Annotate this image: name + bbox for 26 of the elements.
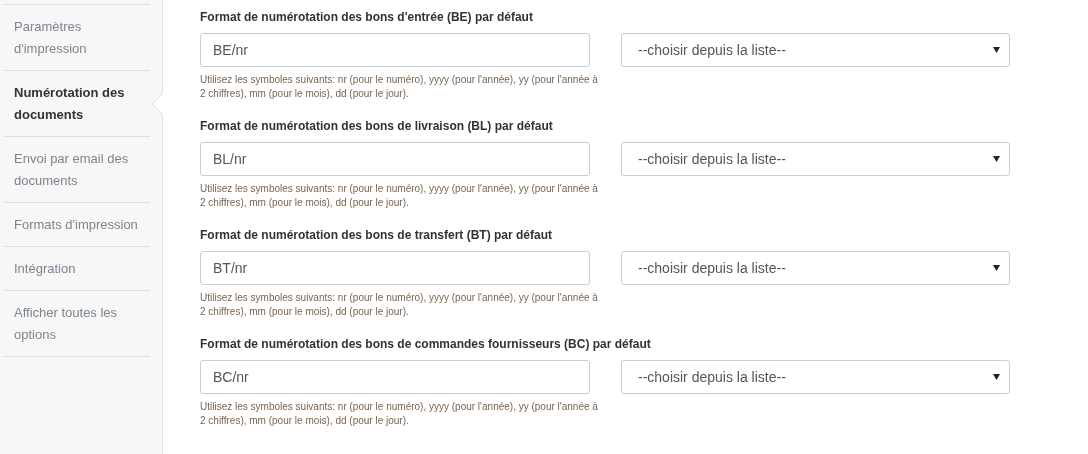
- dropdown-select[interactable]: --choisir depuis la liste--: [621, 360, 1010, 394]
- dropdown-arrow-icon: [993, 47, 1000, 53]
- sidebar-item[interactable]: Formats d'impression: [4, 202, 150, 246]
- help-text: Utilisez les symboles suivants: nr (pour le numéro), yyyy (pour l'année), yy (pour l'année à 2 chiffres), mm (pour le mois), dd (pour le jour).: [200, 182, 599, 210]
- dropdown-arrow-icon: [993, 374, 1000, 380]
- sidebar-item[interactable]: Numérotation des documents: [4, 70, 150, 136]
- format-input-field[interactable]: BL/nr: [200, 142, 590, 176]
- field-label: Format de numérotation des bons de commandes fournisseurs (BC) par défaut: [200, 336, 652, 352]
- sidebar-item[interactable]: Intégration: [4, 246, 150, 290]
- sidebar-item[interactable]: Afficher toutes les options: [4, 290, 150, 357]
- dropdown-arrow-icon: [993, 265, 1000, 271]
- format-input-field[interactable]: BC/nr: [200, 360, 590, 394]
- dropdown-arrow-icon: [993, 156, 1000, 162]
- help-text: Utilisez les symboles suivants: nr (pour le numéro), yyyy (pour l'année), yy (pour l'année à 2 chiffres), mm (pour le mois), dd (pour le jour).: [200, 291, 599, 319]
- dropdown-select[interactable]: --choisir depuis la liste--: [621, 33, 1010, 67]
- help-text: Utilisez les symboles suivants: nr (pour le numéro), yyyy (pour l'année), yy (pour l'année à 2 chiffres), mm (pour le mois), dd (pour le jour).: [200, 400, 599, 428]
- dropdown-select[interactable]: --choisir depuis la liste--: [621, 251, 1010, 285]
- format-input-field[interactable]: BT/nr: [200, 251, 590, 285]
- field-label: Format de numérotation des bons d'entrée (BE) par défaut: [200, 9, 534, 25]
- field-label: Format de numérotation des bons de transfert (BT) par défaut: [200, 227, 554, 243]
- dropdown-select[interactable]: --choisir depuis la liste--: [621, 142, 1010, 176]
- sidebar-item[interactable]: Envoi par email des documents: [4, 136, 150, 202]
- sidebar-item[interactable]: Paramètres d'impression: [4, 4, 150, 70]
- field-label: Format de numérotation des bons de livraison (BL) par défaut: [200, 118, 554, 134]
- format-input-field[interactable]: BE/nr: [200, 33, 590, 67]
- help-text: Utilisez les symboles suivants: nr (pour le numéro), yyyy (pour l'année), yy (pour l'année à 2 chiffres), mm (pour le mois), dd (pour le jour).: [200, 73, 599, 101]
